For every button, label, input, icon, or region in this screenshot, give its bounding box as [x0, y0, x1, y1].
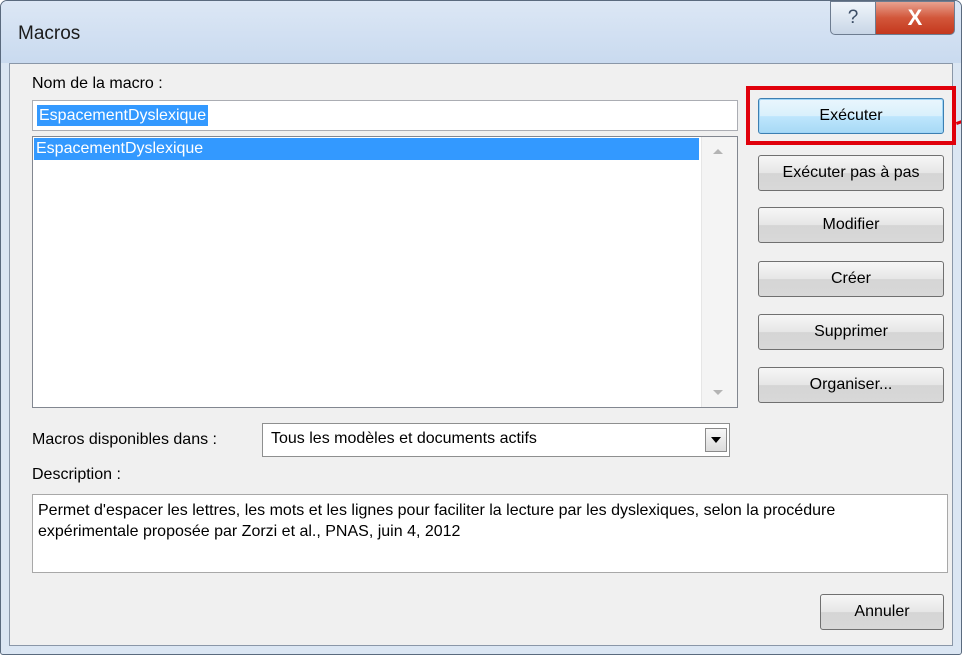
close-button[interactable]: X — [875, 1, 955, 35]
delete-button[interactable]: Supprimer — [758, 314, 944, 350]
pointer-line — [955, 118, 961, 125]
macro-list[interactable]: EspacementDyslexique — [32, 136, 738, 408]
dialog-body: Nom de la macro : EspacementDyslexique E… — [9, 63, 961, 646]
list-scrollbar[interactable] — [701, 137, 737, 407]
scroll-up-icon[interactable] — [713, 149, 723, 154]
close-icon: X — [907, 5, 923, 30]
dialog-title: Macros — [18, 23, 81, 44]
macro-name-label: Nom de la macro : — [32, 75, 163, 92]
cancel-button[interactable]: Annuler — [820, 594, 944, 630]
chevron-down-icon — [711, 437, 721, 443]
title-bar[interactable]: Macros ? X — [1, 1, 961, 63]
help-icon: ? — [847, 7, 859, 28]
macros-in-value: Tous les modèles et documents actifs — [271, 430, 537, 447]
description-text: Permet d'espacer les lettres, les mots e… — [38, 502, 836, 540]
macros-in-label: Macros disponibles dans : — [32, 431, 217, 448]
description-box: Permet d'espacer les lettres, les mots e… — [32, 494, 948, 573]
help-button[interactable]: ? — [830, 1, 876, 35]
list-item[interactable]: EspacementDyslexique — [34, 138, 699, 160]
scroll-down-icon[interactable] — [713, 390, 723, 395]
macro-name-value: EspacementDyslexique — [37, 105, 209, 126]
macro-name-input[interactable]: EspacementDyslexique — [32, 100, 738, 131]
organizer-button[interactable]: Organiser... — [758, 367, 944, 403]
dropdown-button[interactable] — [705, 428, 727, 452]
highlight-box — [746, 86, 956, 145]
description-label: Description : — [32, 466, 121, 483]
step-into-button[interactable]: Exécuter pas à pas — [758, 155, 944, 191]
macros-in-select[interactable]: Tous les modèles et documents actifs — [262, 423, 730, 457]
create-button[interactable]: Créer — [758, 261, 944, 297]
macros-dialog: Macros ? X Nom de la macro : EspacementD… — [0, 0, 962, 655]
edit-button[interactable]: Modifier — [758, 207, 944, 243]
